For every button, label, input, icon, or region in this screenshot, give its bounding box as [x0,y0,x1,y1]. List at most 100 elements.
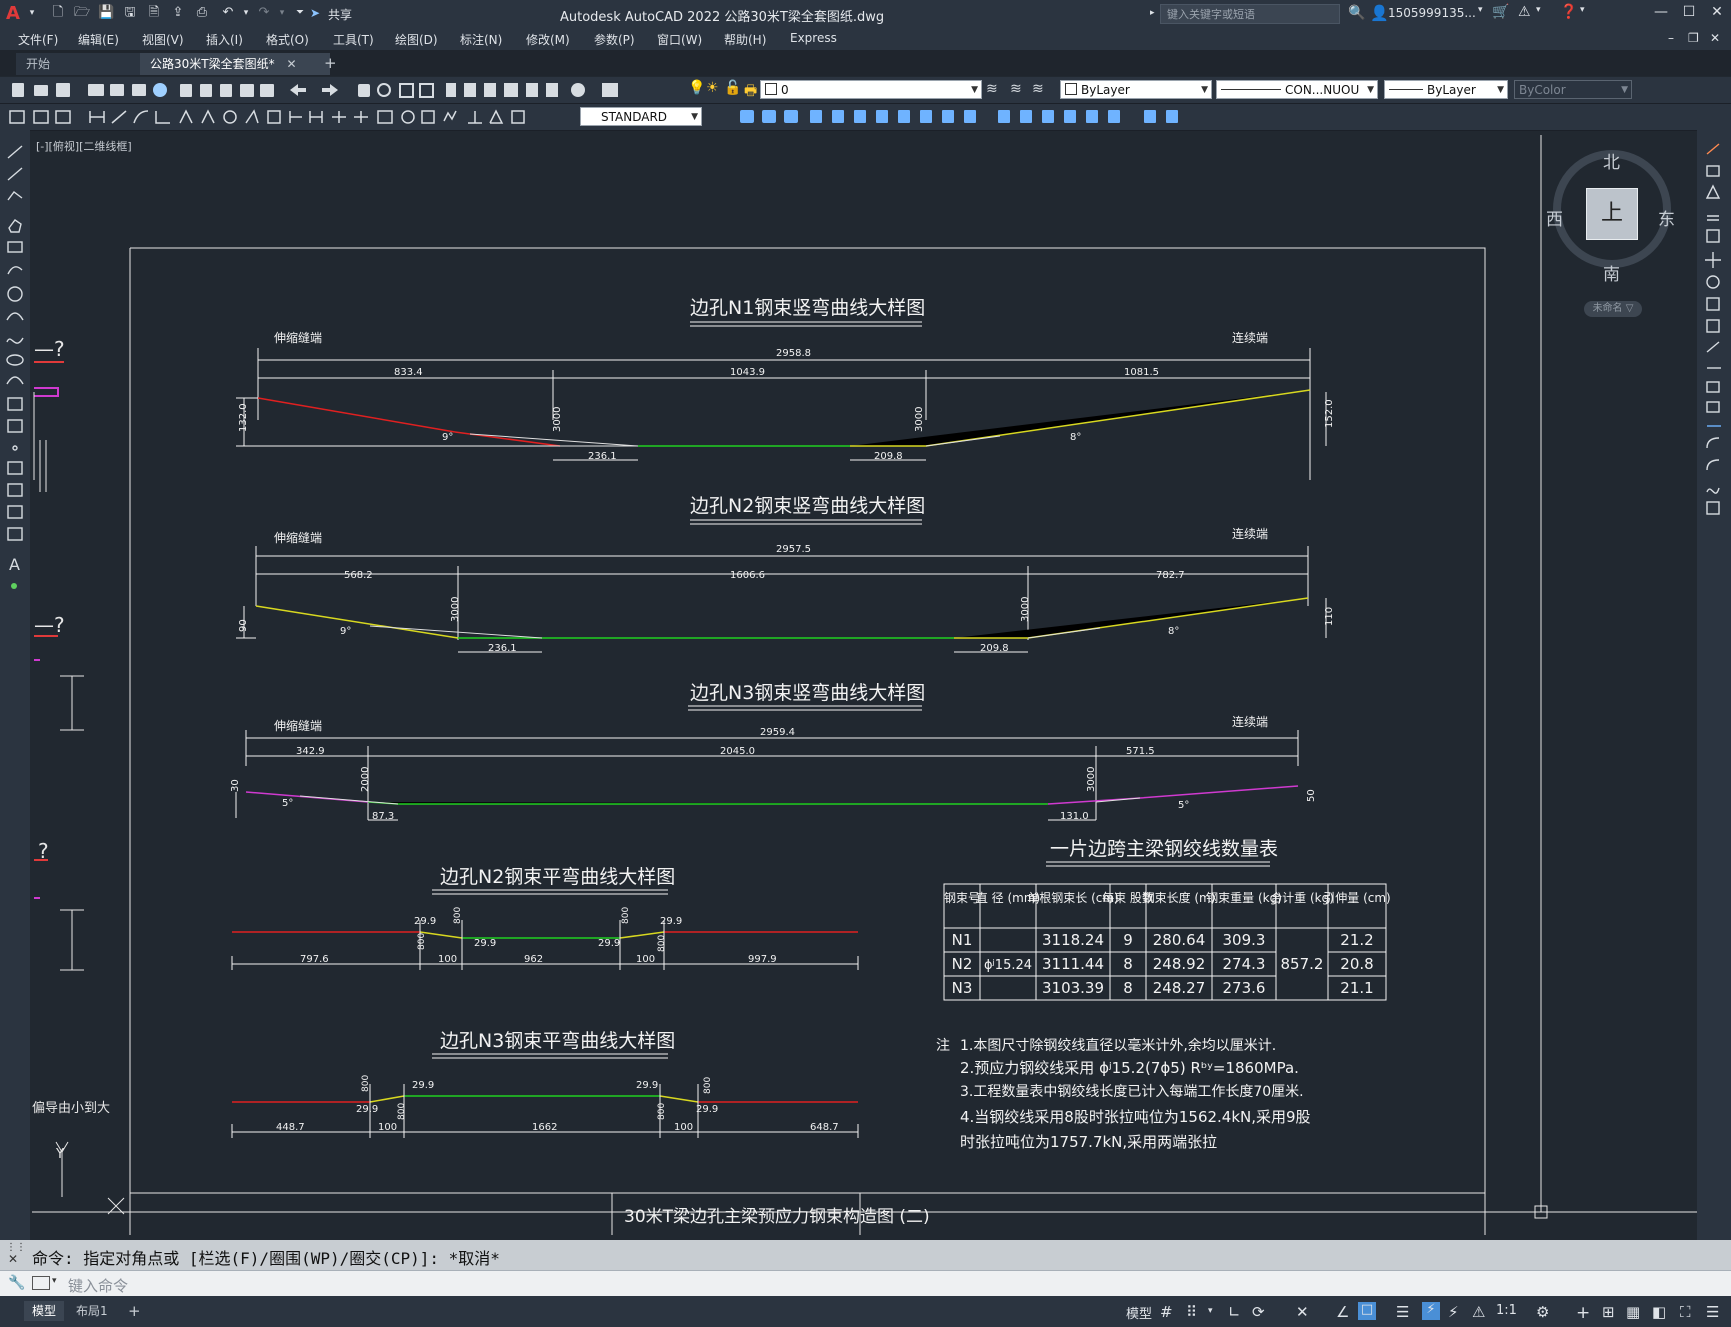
app-dropdown-icon[interactable]: ▾ [1536,5,1541,15]
draw-tools-icons[interactable]: A [0,138,30,598]
color-dropdown[interactable]: ByLayer ▼ [1060,80,1212,99]
layout-tab-model[interactable]: 模型 [24,1301,65,1321]
save-web-icon[interactable]: ⇪ [170,5,186,21]
annotation-monitor-icon[interactable]: + [1576,1303,1590,1323]
undo-dropdown-icon[interactable]: ▾ [238,5,254,21]
isodraft-icon[interactable]: ✕ [1296,1303,1309,1321]
menu-window[interactable]: 窗口(W) [657,31,702,48]
annotation-scale-icon[interactable]: ⚠ [1472,1303,1485,1321]
viewcube-west[interactable]: 西 [1546,205,1563,230]
tab-close-icon[interactable]: ✕ [286,57,296,71]
open-web-icon[interactable]: 🗎 [146,5,162,21]
share-button[interactable]: 共享 [328,6,352,23]
layer-states-icon[interactable]: ≋ [1032,81,1044,97]
workspace-gear-icon[interactable]: ⚙ [1536,1303,1549,1321]
standard-tools-icons[interactable] [8,80,658,100]
make-current-layer-icon[interactable]: ≋ [986,81,998,97]
snap-icon[interactable]: ⠿ [1186,1303,1197,1321]
tab-start[interactable]: 开始 [16,53,146,75]
clean-screen-icon[interactable]: ⛶ [1680,1303,1691,1321]
redo-dropdown-icon[interactable]: ▾ [274,5,290,21]
object-snap-icon[interactable]: □ [1358,1302,1376,1320]
menu-modify[interactable]: 修改(M) [526,31,570,48]
maximize-button[interactable]: ☐ [1678,4,1700,22]
layer-on-icon[interactable]: 💡 [688,80,706,98]
menu-format[interactable]: 格式(O) [266,31,309,48]
menu-file[interactable]: 文件(F) [18,31,58,48]
menu-insert[interactable]: 插入(I) [206,31,243,48]
units-icon[interactable]: ⊞ [1602,1303,1615,1321]
viewcube-top-face[interactable]: 上 [1586,188,1638,240]
customize-wrench-icon[interactable]: 🔧 [8,1275,25,1291]
layer-freeze-icon[interactable]: ☀ [706,80,724,98]
customization-icon[interactable]: ☰ [1706,1303,1719,1321]
layer-lock-icon[interactable]: 🔓 [724,80,742,98]
layout-tab-layout1[interactable]: 布局1 [68,1301,116,1321]
cart-icon[interactable]: 🛒 [1492,4,1509,20]
autodesk-app-icon[interactable]: ⚠ [1518,4,1531,20]
annotation-scale-value[interactable]: 1:1 [1496,1303,1517,1318]
snap-dropdown-icon[interactable]: ▾ [1208,1306,1213,1316]
wcs-menu[interactable]: 未命名 ▽ [1584,301,1642,317]
menu-draw[interactable]: 绘图(D) [395,31,438,48]
add-layout-button[interactable]: + [120,1301,149,1321]
object-snap-tracking-icon[interactable]: ∠ [1336,1303,1349,1321]
open-file-icon[interactable]: 🗁 [74,5,90,21]
plotstyle-dropdown[interactable]: ByColor ▼ [1514,80,1632,99]
command-prompt-icon[interactable] [32,1276,50,1290]
new-file-icon[interactable]: 🗋 [50,5,66,21]
command-close-icon[interactable]: ✕ [8,1252,18,1266]
app-menu-chevron-icon[interactable]: ▾ [24,5,40,21]
doc-close-button[interactable]: ✕ [1710,31,1720,45]
menu-dimension[interactable]: 标注(N) [460,31,502,48]
menu-parametric[interactable]: 参数(P) [594,31,635,48]
search-icon[interactable]: 🔍 [1348,5,1365,21]
command-line[interactable]: 🔧 ▾ 键入命令 [0,1270,1731,1297]
model-space-toggle[interactable]: 模型 [1126,1303,1152,1322]
tab-drawing[interactable]: 公路30米T梁全套图纸* ✕ [140,53,330,75]
save-as-icon[interactable]: 🖫 [122,5,138,21]
undo-icon[interactable]: ↶ [220,5,236,21]
annotation-visibility-icon[interactable]: ⚡ [1422,1302,1440,1320]
lineweight-dropdown[interactable]: ByLayer ▼ [1384,80,1508,99]
user-icon[interactable]: 👤 [1370,4,1389,22]
linetype-dropdown[interactable]: CON...NUOU ▼ [1216,80,1378,99]
lineweight-display-icon[interactable]: ☰ [1396,1303,1409,1321]
minimize-button[interactable]: — [1650,4,1672,22]
search-expand-icon[interactable]: ▸ [1150,8,1155,18]
viewcube-south[interactable]: 南 [1603,260,1620,285]
polar-icon[interactable]: ⟳ [1252,1303,1265,1321]
isolate-objects-icon[interactable]: ◧ [1652,1303,1666,1321]
close-button[interactable]: ✕ [1706,4,1728,22]
redo-icon[interactable]: ↷ [256,5,272,21]
help-dropdown-icon[interactable]: ▾ [1580,5,1585,15]
user-dropdown-icon[interactable]: ▾ [1478,5,1483,15]
plot-icon[interactable]: ⎙ [194,5,210,21]
doc-restore-button[interactable]: ❐ [1688,31,1699,45]
autocad-logo-icon[interactable]: A [6,3,20,24]
menu-view[interactable]: 视图(V) [142,31,184,48]
viewcube-north[interactable]: 北 [1603,148,1620,173]
command-input[interactable]: 键入命令 [68,1275,128,1296]
layer-dropdown[interactable]: 0 ▼ [760,80,982,99]
layer-previous-icon[interactable]: ≋ [1010,81,1022,97]
help-icon[interactable]: ❓ [1560,4,1577,20]
search-input[interactable]: 键入关键字或短语 [1160,4,1340,24]
doc-minimize-button[interactable]: – [1668,31,1674,45]
user-account[interactable]: 1505999135... [1388,6,1476,20]
autoscale-icon[interactable]: ⚡ [1448,1303,1459,1321]
modify-palette-icons[interactable] [1697,140,1731,540]
menu-help[interactable]: 帮助(H) [724,31,766,48]
customize-dropdown-icon[interactable]: ⏷ [292,5,308,21]
share-icon[interactable]: ➤ [310,6,320,20]
grid-icon[interactable]: # [1160,1303,1173,1321]
save-icon[interactable]: 💾 [98,5,114,21]
new-tab-button[interactable]: + [324,54,337,72]
drawing-canvas[interactable]: —? —? ? 偏导由小到大 Y 边孔N1钢束竖弯曲线大样图 伸缩缝端 连续端 … [30,120,1697,1240]
ortho-icon[interactable]: ∟ [1228,1303,1241,1321]
menu-express[interactable]: Express [790,31,837,45]
quick-properties-icon[interactable]: ▦ [1626,1303,1640,1321]
viewcube-east[interactable]: 东 [1658,205,1675,230]
menu-edit[interactable]: 编辑(E) [78,31,119,48]
menu-tools[interactable]: 工具(T) [333,31,374,48]
